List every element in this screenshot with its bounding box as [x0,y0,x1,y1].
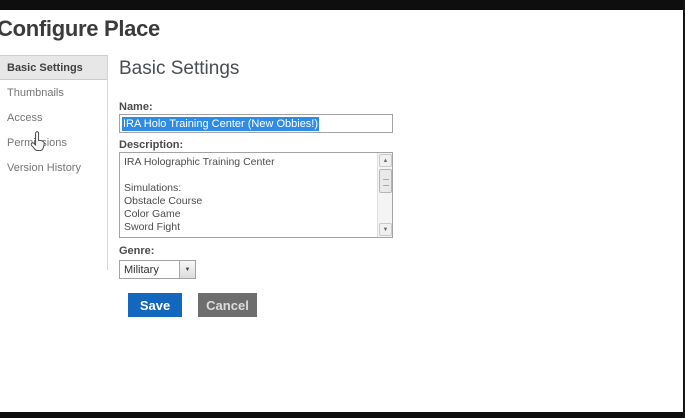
sidebar-item-thumbnails[interactable]: Thumbnails [0,80,107,105]
sidebar-divider [107,55,108,270]
sidebar-item-version-history[interactable]: Version History [0,155,107,180]
name-input-selected-text: IRA Holo Training Center (New Obbies!) [122,117,319,131]
description-textarea[interactable]: IRA Holographic Training Center Simulati… [119,152,393,238]
page-title: Configure Place [0,16,160,42]
genre-dropdown[interactable]: Military ▼ [119,260,196,279]
settings-sidebar: Basic Settings Thumbnails Access Permiss… [0,55,107,180]
description-scrollbar[interactable]: ▲ ▼ [377,153,392,237]
scrollbar-thumb[interactable] [379,169,392,193]
section-heading: Basic Settings [119,58,239,80]
scroll-up-icon[interactable]: ▲ [379,154,392,167]
sidebar-item-label: Basic Settings [7,62,83,74]
sidebar-item-label: Access [7,112,42,124]
scroll-down-icon[interactable]: ▼ [379,223,392,236]
sidebar-item-access[interactable]: Access [0,105,107,130]
name-label: Name: [119,101,153,113]
save-button[interactable]: Save [128,293,182,317]
genre-label: Genre: [119,245,154,257]
sidebar-item-basic-settings[interactable]: Basic Settings [0,55,107,80]
sidebar-item-permissions[interactable]: Permissions [0,130,107,155]
chevron-down-icon: ▼ [179,261,195,278]
description-text: IRA Holographic Training Center Simulati… [120,153,377,237]
bottom-frame-bar [0,412,685,418]
sidebar-item-label: Permissions [7,137,67,149]
description-label: Description: [119,139,183,151]
top-frame-bar [0,0,685,10]
cancel-button[interactable]: Cancel [198,293,257,317]
name-input[interactable]: IRA Holo Training Center (New Obbies!) [119,114,393,133]
sidebar-item-label: Version History [7,162,81,174]
genre-selected-value: Military [120,264,179,276]
sidebar-item-label: Thumbnails [7,87,64,99]
